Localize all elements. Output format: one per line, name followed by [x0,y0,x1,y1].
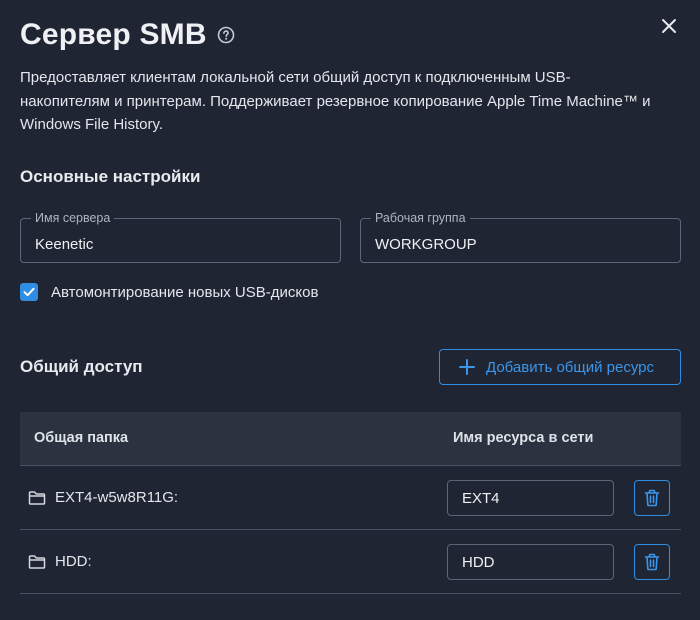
share-name-input[interactable] [447,480,614,516]
checkmark-icon [23,287,35,297]
folder-name: EXT4-w5w8R11G: [55,489,179,506]
column-header-share-name: Имя ресурса в сети [453,430,594,446]
trash-icon [644,489,660,507]
automount-label: Автомонтирование новых USB-дисков [51,283,319,301]
dialog-header: Сервер SMB [20,18,235,52]
column-header-folder: Общая папка [34,430,129,446]
plus-icon [458,358,476,376]
delete-share-button[interactable] [634,480,670,516]
table-row: HDD: [20,530,681,594]
close-icon [662,19,676,33]
folder-cell: EXT4-w5w8R11G: [28,466,178,529]
add-share-label: Добавить общий ресурс [486,358,655,376]
shared-access-title: Общий доступ [20,357,143,376]
workgroup-field[interactable]: Рабочая группа [360,210,681,263]
server-name-input[interactable] [21,219,340,262]
delete-share-button[interactable] [634,544,670,580]
folder-icon [28,554,46,570]
share-name-input[interactable] [447,544,614,580]
basic-settings-title: Основные настройки [20,167,201,186]
server-name-field[interactable]: Имя сервера [20,210,341,263]
table-header: Общая папка Имя ресурса в сети [20,412,681,466]
page-title: Сервер SMB [20,18,207,51]
automount-option[interactable]: Автомонтирование новых USB-дисков [20,283,318,301]
folder-cell: HDD: [28,530,92,593]
description: Предоставляет клиентам локальной сети об… [20,69,651,133]
folder-icon [28,490,46,506]
trash-icon [644,553,660,571]
automount-checkbox[interactable] [20,283,38,301]
add-share-button[interactable]: Добавить общий ресурс [439,349,681,385]
folder-name: HDD: [55,553,92,570]
table-row: EXT4-w5w8R11G: [20,466,681,530]
shares-table: Общая папка Имя ресурса в сети EXT4-w5w8… [20,412,681,594]
close-button[interactable] [660,17,678,35]
workgroup-input[interactable] [361,219,680,262]
help-icon[interactable] [217,26,235,44]
